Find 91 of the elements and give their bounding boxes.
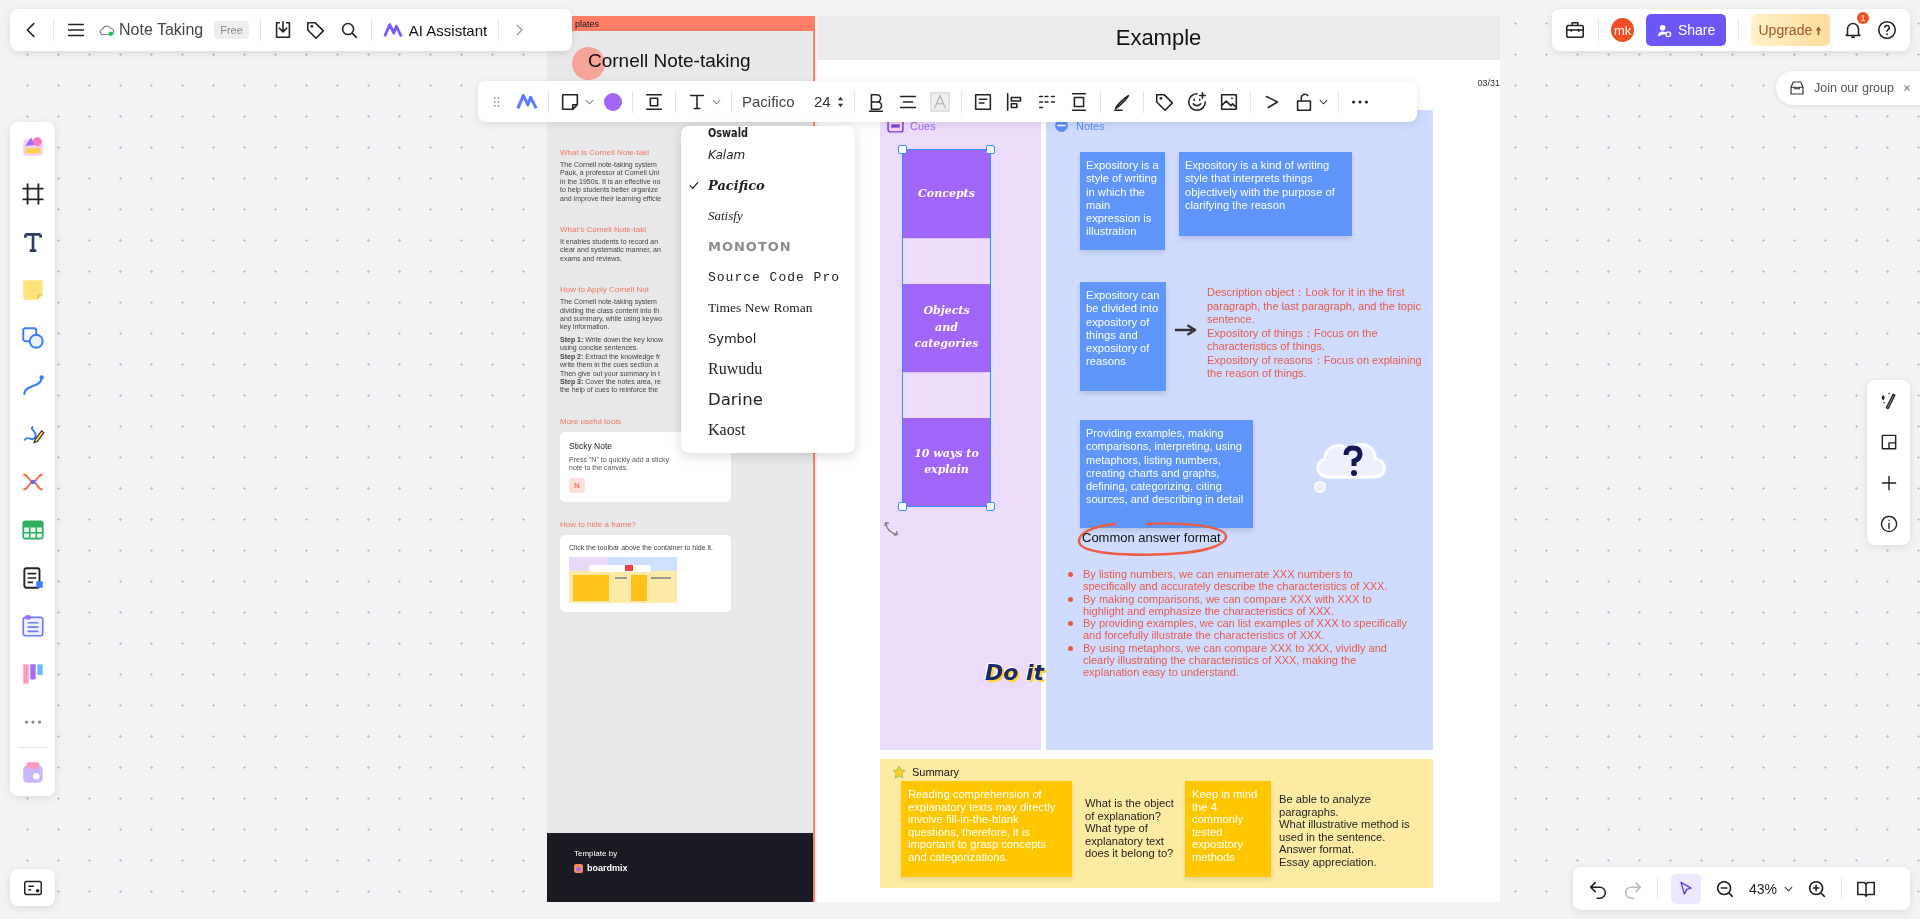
bullet-item: By making comparisons, we can compare XXX with XXX to highlight and emphasize the characteristics of XXX.: [1083, 592, 1373, 618]
share-button[interactable]: Share: [1646, 14, 1726, 46]
font-size-field[interactable]: 24: [814, 93, 831, 110]
sticky-note: Providing examples, making comparisons, interpreting, using metaphors, listing numbers, creating charts and graphs, defining, categorizing, citing sources, and describing in detail: [1080, 420, 1253, 528]
upgrade-button[interactable]: Upgrade: [1750, 14, 1830, 46]
caret-icon[interactable]: [1784, 885, 1794, 892]
info-icon[interactable]: [1878, 514, 1899, 535]
bullet-dot: [1068, 621, 1073, 627]
resize-handle[interactable]: [898, 502, 907, 511]
check-icon: [689, 181, 699, 191]
footer-brand: boardmix: [587, 863, 628, 873]
summary-text: Be able to analyze paragraphs. What illustrative method is used in the sentence. Answer format. Essay appreciation.: [1279, 792, 1411, 870]
explanation-text: Expository of things：Focus on the characteristics of things.: [1207, 326, 1379, 354]
footer-caption: Template by: [574, 849, 619, 858]
person-add-icon: [1656, 22, 1672, 38]
sticky-note: Expository is a kind of writing style that interprets things objectively with the purpose of clarifying the reason: [1179, 152, 1352, 236]
notification-badge: 1: [1857, 12, 1869, 24]
close-icon[interactable]: [1901, 83, 1912, 93]
stepper-icon[interactable]: [836, 94, 844, 109]
font-option[interactable]: Source Code Pro: [681, 262, 855, 293]
answer-heading: Common answer format: [1082, 530, 1221, 545]
column-label: Notes: [1076, 119, 1105, 132]
ai-logo-icon: [382, 22, 403, 38]
explanation-text: Expository of reasons：Focus on explaining the reason of things.: [1207, 353, 1423, 381]
table-icon[interactable]: [19, 517, 46, 543]
rotate-icon[interactable]: [883, 520, 900, 537]
sticky-note: Expository is a style of writing in which the main expression is illustration: [1080, 152, 1165, 250]
font-option[interactable]: Kaost: [681, 414, 855, 445]
column-label: Cues: [910, 119, 936, 132]
cue-card: Concepts: [903, 150, 990, 238]
zoom-level[interactable]: 43%: [1749, 880, 1778, 897]
sticker-label: Do it: [985, 660, 1045, 685]
bullet-dot: [1068, 596, 1073, 602]
minimap-button[interactable]: [10, 869, 55, 906]
color-swatch[interactable]: [604, 92, 622, 111]
toolbox-icon[interactable]: [1564, 19, 1586, 41]
bullet-dot: [1068, 645, 1073, 651]
star-icon: [892, 765, 906, 779]
resize-handle[interactable]: [898, 145, 907, 154]
emoji-icon[interactable]: [1185, 90, 1208, 113]
tag-icon[interactable]: [304, 19, 327, 41]
template-title: Cornell Note-taking: [588, 50, 751, 72]
card-title: Sticky Note: [569, 440, 613, 451]
summary-label: Summary: [912, 766, 960, 778]
frame-icon[interactable]: [19, 181, 46, 207]
cue-card: 10 ways to explain: [903, 418, 990, 506]
explanation-text: Description object：Look for it in the first paragraph, the last paragraph, and the topic sentence.: [1207, 286, 1423, 327]
frame-title: Example: [1115, 25, 1202, 51]
up-arrow-icon: [1815, 24, 1823, 36]
bullet-item: By using metaphors, we can compare XXX to XXX, vividly and clearly illustrating the characteristics of XXX, making the explanation easy to understand.: [1083, 641, 1388, 679]
inbox-icon: [1788, 79, 1806, 97]
sticky-note: Reading comprehension of explanatory texts may directly involve fill-in-the-blank questions, therefore, it is important to grasp concepts and categorizations.: [901, 781, 1072, 877]
caret-icon[interactable]: [1318, 98, 1328, 105]
font-option[interactable]: Satisfy: [681, 201, 855, 232]
font-option[interactable]: Darine: [681, 384, 855, 415]
sticky-note: Expository can be divided into expository of things and expository of reasons: [1080, 282, 1166, 391]
join-group-banner[interactable]: Join our group: [1776, 71, 1920, 105]
bullet-dot: [1068, 572, 1073, 577]
ai-assistant-button[interactable]: AI Assistant: [382, 21, 488, 39]
section-heading: What's Cornell Note-taki: [560, 225, 646, 235]
summary-text: What is the object of explanation? What type of explanatory text does it belong to?: [1085, 796, 1175, 861]
resize-handle[interactable]: [986, 502, 995, 511]
section-heading: How to Apply Cornell Not: [560, 285, 649, 295]
font-family-field[interactable]: Pacifico: [742, 93, 804, 110]
font-option[interactable]: Kalam: [681, 140, 855, 171]
shapes-icon[interactable]: [19, 325, 46, 351]
banner-text: Join our group: [1814, 81, 1894, 95]
bullet-item: By providing examples, we can list examples of XXX to specifically and forcefully illustrate the characteristics of XXX.: [1083, 617, 1408, 642]
text-background-icon: [928, 90, 951, 113]
user-avatar[interactable]: mk: [1611, 18, 1635, 42]
font-option[interactable]: Ruwudu: [681, 353, 855, 384]
bullet-item: By listing numbers, we can enumerate XXX numbers to specifically and accurately describe the characteristics of XXX.: [1083, 568, 1389, 593]
font-option[interactable]: Oswald: [681, 126, 855, 140]
font-option[interactable]: Times New Roman: [681, 292, 855, 323]
resize-handle[interactable]: [986, 145, 995, 154]
list-icon[interactable]: [19, 613, 46, 639]
brand-logo-icon: [574, 863, 583, 873]
font-option[interactable]: Pacifico: [681, 170, 855, 201]
date-text: 03/31: [1477, 78, 1500, 88]
pointer-tool[interactable]: [1671, 873, 1701, 904]
frame-label: plates: [575, 18, 600, 29]
section-heading: More useful tools: [560, 416, 621, 426]
help-icon[interactable]: [1876, 19, 1898, 41]
plan-badge: Free: [214, 21, 249, 39]
cue-card: Objects and categories: [903, 284, 990, 372]
sticky-note: Keep in mind the 4 commonly tested expository methods: [1185, 781, 1271, 877]
section-heading: How to hide a frame?: [560, 519, 637, 529]
font-option[interactable]: Symbol: [681, 323, 855, 354]
section-heading: What Is Cornell Note-taki: [560, 148, 649, 157]
document-title[interactable]: Note Taking: [119, 21, 204, 39]
shortcut-key: N: [569, 477, 585, 493]
